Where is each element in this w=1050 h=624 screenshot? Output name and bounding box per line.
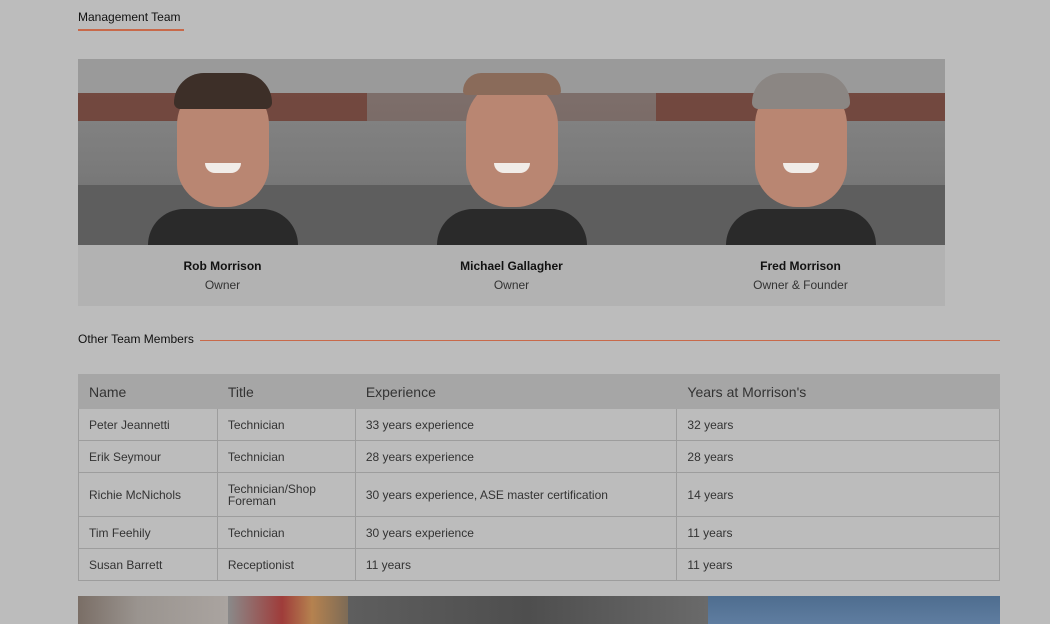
team-card-role: Owner [204,278,241,292]
cell-title: Technician/Shop Foreman [216,472,356,517]
cell-experience: 28 years experience [354,440,678,473]
cell-experience: 11 years [354,548,678,581]
team-card-name: Fred Morrison [760,259,841,273]
cell-experience: 33 years experience [354,408,678,441]
michael-gallagher-photo [367,59,656,245]
cell-name: Peter Jeannetti [78,408,218,441]
cell-title: Technician [216,408,356,441]
table-row: Peter Jeannetti Technician 33 years expe… [78,408,1000,441]
team-card-fred-morrison: Fred Morrison Owner & Founder [656,59,945,306]
shop-photo-3 [348,596,708,624]
cell-years: 11 years [676,548,1000,581]
table-row: Tim Feehily Technician 30 years experien… [78,516,1000,549]
column-header-experience: Experience [354,374,678,409]
table-row: Richie McNichols Technician/Shop Foreman… [78,472,1000,517]
rob-morrison-photo [78,59,367,245]
cell-years: 28 years [676,440,1000,473]
cell-experience: 30 years experience, ASE master certific… [354,472,678,517]
team-card-role: Owner [493,278,530,292]
cell-name: Tim Feehily [78,516,218,549]
cell-title: Receptionist [216,548,356,581]
management-team-heading: Management Team [78,10,181,24]
team-card-rob-morrison: Rob Morrison Owner [78,59,367,306]
other-team-rule [200,340,1000,341]
cell-years: 14 years [676,472,1000,517]
cell-title: Technician [216,516,356,549]
cell-title: Technician [216,440,356,473]
management-heading-underline [78,29,184,31]
fred-morrison-photo [656,59,945,245]
management-team-cards: Rob Morrison Owner Michael Gallagher Own… [78,59,945,306]
team-members-table: Name Title Experience Years at Morrison'… [78,374,1000,581]
column-header-years: Years at Morrison's [676,374,1000,409]
column-header-name: Name [78,374,218,409]
table-header-row: Name Title Experience Years at Morrison'… [78,374,1000,409]
team-card-name: Rob Morrison [183,259,262,273]
cell-name: Erik Seymour [78,440,218,473]
cell-years: 11 years [676,516,1000,549]
column-header-title: Title [216,374,356,409]
cell-name: Susan Barrett [78,548,218,581]
team-card-role: Owner & Founder [753,278,848,292]
team-card-name: Michael Gallagher [460,259,563,273]
shop-photo-1 [78,596,228,624]
shop-photo-strip [78,596,1000,624]
team-card-michael-gallagher: Michael Gallagher Owner [367,59,656,306]
cell-years: 32 years [676,408,1000,441]
cell-experience: 30 years experience [354,516,678,549]
shop-photo-2 [228,596,348,624]
cell-name: Richie McNichols [78,472,218,517]
shop-photo-4 [708,596,1000,624]
table-row: Erik Seymour Technician 28 years experie… [78,440,1000,473]
other-team-heading: Other Team Members [78,332,194,346]
table-row: Susan Barrett Receptionist 11 years 11 y… [78,548,1000,581]
